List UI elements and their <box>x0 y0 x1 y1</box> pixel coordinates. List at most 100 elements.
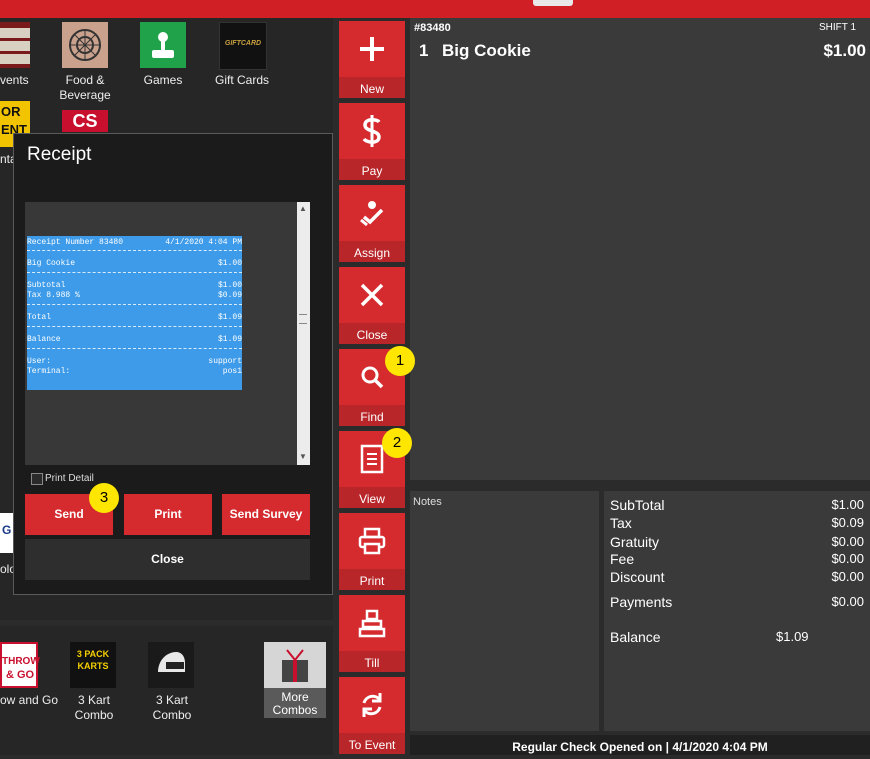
tile-label-events: vents <box>0 73 29 87</box>
balance-value: $1.09 <box>776 629 809 644</box>
gratuity-label: Gratuity <box>610 534 660 550</box>
till-label: Till <box>339 651 405 672</box>
receipt-balance-label: Balance <box>27 335 61 344</box>
receipt-item: Big Cookie <box>27 259 76 268</box>
discount-label: Discount <box>610 569 665 585</box>
dollar-icon <box>339 103 405 159</box>
more-combos-tile[interactable]: More Combos <box>264 642 326 718</box>
print-detail-checkbox[interactable] <box>31 473 43 485</box>
more-combos-label: More Combos <box>272 690 318 717</box>
scroll-up-icon[interactable]: ▲ <box>299 204 307 213</box>
gratuity-value: $0.00 <box>831 534 864 549</box>
tile-label-games: Games <box>143 73 183 87</box>
balance-label: Balance <box>610 629 661 645</box>
partial-tile[interactable]: G <box>0 513 13 553</box>
assign-button[interactable]: Assign <box>339 185 405 262</box>
check-number: #83480 <box>414 22 451 34</box>
check-line-item[interactable]: 1 Big Cookie $1.00 <box>410 38 870 64</box>
cs-text: CS <box>72 111 98 131</box>
step-marker-3: 3 <box>89 483 119 513</box>
tile-label-gift-cards: Gift Cards <box>214 73 269 87</box>
subtotal-value: $1.00 <box>831 497 864 512</box>
celebrate-icon[interactable] <box>0 22 30 68</box>
send-label: Send <box>54 507 84 521</box>
assign-label: Assign <box>339 241 405 262</box>
scroll-grip-icon[interactable] <box>299 314 307 324</box>
refresh-icon <box>339 677 405 733</box>
to-event-button[interactable]: To Event <box>339 677 405 754</box>
tile-label-food: Food & Beverage <box>59 73 111 102</box>
print-button[interactable]: Print <box>124 494 212 535</box>
receipt-tax: $0.09 <box>217 291 242 300</box>
helmet-icon[interactable] <box>148 642 194 688</box>
tor-text-1: OR <box>1 104 21 119</box>
till-icon <box>339 595 405 651</box>
send-survey-label: Send Survey <box>229 507 303 521</box>
shift-label: SHIFT 1 <box>818 22 856 33</box>
subtotal-label: SubTotal <box>610 497 665 513</box>
fee-value: $0.00 <box>831 551 864 566</box>
status-bar: Regular Check Opened on | 4/1/2020 4:04 … <box>410 735 870 755</box>
throw-and-go-tile[interactable]: THROW & GO <box>0 642 40 688</box>
dialog-title: Receipt <box>27 144 92 165</box>
step-marker-2: 2 <box>382 428 412 458</box>
tile-label-3-kart-combo-2: 3 Kart Combo <box>152 693 192 722</box>
food-icon[interactable] <box>62 22 108 68</box>
payments-label: Payments <box>610 594 673 610</box>
tile-label-3-kart-combo-1: 3 Kart Combo <box>74 693 114 722</box>
tile-label-throw-and-go: ow and Go <box>0 693 59 707</box>
send-survey-button[interactable]: Send Survey <box>222 494 310 535</box>
view-label: View <box>339 487 405 508</box>
fee-label: Fee <box>610 551 635 567</box>
new-button[interactable]: New <box>339 21 405 98</box>
3-pack-karts-text: 3 PACK KARTS <box>76 649 110 671</box>
pay-button[interactable]: Pay <box>339 103 405 180</box>
preview-scrollbar[interactable]: ▲ ▼ <box>297 202 310 465</box>
receipt-total: $1.09 <box>217 313 242 322</box>
dialog-close-button[interactable]: Close <box>25 539 310 580</box>
receipt-item-price: $1.00 <box>217 259 242 268</box>
receipt-date: 4/1/2020 4:04 PM <box>165 238 242 247</box>
receipt-number: Receipt Number 83480 <box>27 238 124 247</box>
step-marker-1: 1 <box>385 346 415 376</box>
close-button[interactable]: Close <box>339 267 405 344</box>
discount-value: $0.00 <box>831 569 864 584</box>
window-handle[interactable] <box>533 0 573 6</box>
payments-value: $0.00 <box>831 594 864 609</box>
line-price: $1.00 <box>823 41 866 60</box>
totals-panel: SubTotal $1.00 Tax $0.09 Gratuity $0.00 Fee… <box>604 491 870 731</box>
go-text: & GO <box>6 669 35 681</box>
games-icon[interactable] <box>140 22 186 68</box>
receipt-subtotal-label: Subtotal <box>27 281 66 290</box>
throw-text: THROW <box>2 656 40 667</box>
find-label: Find <box>339 405 405 426</box>
tax-value: $0.09 <box>831 515 864 530</box>
assign-icon <box>339 185 405 241</box>
receipt-user-label: User: <box>27 357 52 366</box>
3-pack-karts-icon[interactable]: 3 PACK KARTS <box>70 642 116 688</box>
receipt-tax-label: Tax 8.988 % <box>27 291 80 300</box>
receipt-terminal: pos1 <box>222 367 242 376</box>
gift-card-icon[interactable]: GIFTCARD <box>219 22 267 70</box>
till-button[interactable]: Till <box>339 595 405 672</box>
partial-tile-text: G <box>2 523 12 537</box>
dialog-close-label: Close <box>151 552 184 566</box>
gift-box-icon <box>264 642 326 688</box>
cs-icon[interactable]: CS <box>62 110 108 132</box>
receipt-balance: $1.09 <box>217 335 242 344</box>
new-label: New <box>339 77 405 98</box>
print-command-button[interactable]: Print <box>339 513 405 590</box>
close-label: Close <box>339 323 405 344</box>
check-panel: #83480 SHIFT 1 1 Big Cookie $1.00 <box>410 18 870 480</box>
receipt-total-label: Total <box>27 313 52 322</box>
receipt-terminal-label: Terminal: <box>27 367 71 376</box>
receipt-subtotal: $1.00 <box>217 281 242 290</box>
notes-panel[interactable]: Notes <box>410 491 599 731</box>
line-item-name: Big Cookie <box>442 41 531 60</box>
receipt-user: support <box>208 357 242 366</box>
printer-icon <box>339 513 405 569</box>
pay-label: Pay <box>339 159 405 180</box>
print-command-label: Print <box>339 569 405 590</box>
print-detail-label: Print Detail <box>45 473 94 484</box>
scroll-down-icon[interactable]: ▼ <box>299 452 307 461</box>
